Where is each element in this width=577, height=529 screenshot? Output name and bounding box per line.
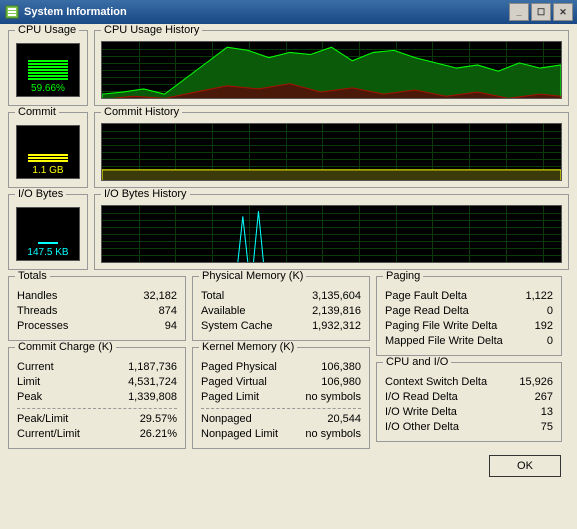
commit-value: 1.1 GB [32, 165, 63, 176]
paging-box: Paging Page Fault Delta1,122 Page Read D… [376, 276, 562, 356]
io-label: I/O Bytes [15, 188, 66, 200]
app-icon [4, 4, 20, 20]
cpu-usage-value: 59.66% [31, 83, 65, 94]
kmem-paged-phys: 106,380 [321, 360, 361, 375]
page-fault-delta: 1,122 [525, 289, 553, 304]
commit-history-box: Commit History [94, 112, 569, 188]
titlebar: System Information _ ☐ ✕ [0, 0, 577, 24]
physmem-total: 3,135,604 [312, 289, 361, 304]
cpu-io-title: CPU and I/O [383, 356, 451, 368]
cpu-usage-label: CPU Usage [15, 24, 79, 36]
minimize-button[interactable]: _ [509, 3, 529, 21]
io-other-delta: 75 [541, 420, 553, 435]
commit-label: Commit [15, 106, 59, 118]
kernel-memory-title: Kernel Memory (K) [199, 341, 297, 353]
commit-history-graph [101, 123, 562, 181]
page-read-delta: 0 [547, 304, 553, 319]
cpu-usage-meter: CPU Usage 59.66% [8, 30, 88, 106]
context-switch-delta: 15,926 [519, 375, 553, 390]
commit-peak: 1,339,808 [128, 390, 177, 405]
commit-current: 1,187,736 [128, 360, 177, 375]
commit-charge-box: Commit Charge (K) Current1,187,736 Limit… [8, 347, 186, 449]
current-limit-pct: 26.21% [140, 427, 177, 442]
io-read-delta: 267 [535, 390, 553, 405]
close-button[interactable]: ✕ [553, 3, 573, 21]
window-title: System Information [24, 6, 509, 18]
kernel-memory-box: Kernel Memory (K) Paged Physical106,380 … [192, 347, 370, 449]
io-history-graph [101, 205, 562, 263]
physmem-cache: 1,932,312 [312, 319, 361, 334]
physmem-available: 2,139,816 [312, 304, 361, 319]
physical-memory-title: Physical Memory (K) [199, 270, 306, 282]
threads-value: 874 [159, 304, 177, 319]
mapped-file-write-delta: 0 [547, 334, 553, 349]
peak-limit-pct: 29.57% [140, 412, 177, 427]
content-area: CPU Usage 59.66% CPU Usage History [0, 24, 577, 483]
ok-button[interactable]: OK [489, 455, 561, 477]
io-value: 147.5 KB [27, 247, 68, 258]
cpu-history-box: CPU Usage History [94, 30, 569, 106]
commit-limit: 4,531,724 [128, 375, 177, 390]
totals-box: Totals Handles32,182 Threads874 Processe… [8, 276, 186, 341]
kmem-nonpaged: 20,544 [327, 412, 361, 427]
handles-value: 32,182 [143, 289, 177, 304]
processes-value: 94 [165, 319, 177, 334]
io-history-label: I/O Bytes History [101, 188, 190, 200]
paging-file-write-delta: 192 [535, 319, 553, 334]
kmem-paged-virt: 106,980 [321, 375, 361, 390]
io-meter: I/O Bytes 147.5 KB [8, 194, 88, 270]
maximize-button[interactable]: ☐ [531, 3, 551, 21]
io-write-delta: 13 [541, 405, 553, 420]
cpu-history-graph [101, 41, 562, 99]
commit-history-label: Commit History [101, 106, 182, 118]
commit-charge-title: Commit Charge (K) [15, 341, 116, 353]
physical-memory-box: Physical Memory (K) Total3,135,604 Avail… [192, 276, 370, 341]
paging-title: Paging [383, 270, 423, 282]
cpu-history-label: CPU Usage History [101, 24, 202, 36]
commit-meter: Commit 1.1 GB [8, 112, 88, 188]
cpu-io-box: CPU and I/O Context Switch Delta15,926 I… [376, 362, 562, 442]
kmem-paged-limit: no symbols [305, 390, 361, 405]
io-history-box: I/O Bytes History [94, 194, 569, 270]
totals-title: Totals [15, 270, 50, 282]
kmem-nonpaged-limit: no symbols [305, 427, 361, 442]
